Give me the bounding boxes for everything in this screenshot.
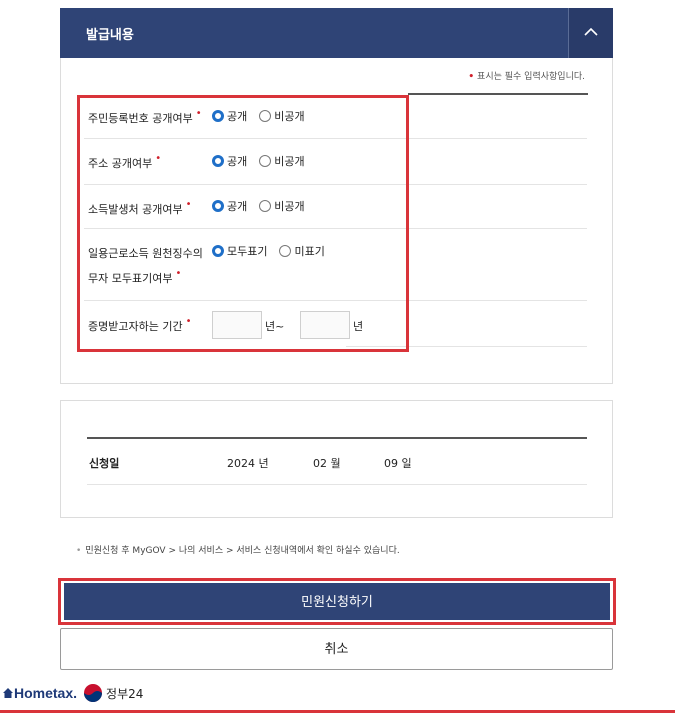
application-date-label: 신청일 (89, 457, 120, 470)
application-day: 09 일 (384, 457, 412, 470)
application-date-section: 신청일 2024 년 02 월 09 일 (60, 400, 613, 518)
divider (87, 484, 587, 485)
cancel-button[interactable]: 취소 (60, 628, 613, 670)
section-header: 발급내용 (60, 8, 613, 58)
house-icon (3, 688, 13, 698)
gov24-label[interactable]: 정부24 (106, 685, 143, 702)
required-note: • 표시는 필수 입력사항입니다. (468, 72, 585, 82)
chevron-up-icon (584, 27, 598, 36)
footer-red-bar (0, 710, 675, 713)
hometax-logo[interactable]: Hometax. (2, 685, 77, 701)
divider (408, 93, 588, 95)
highlight-frame (77, 95, 409, 352)
bullet-icon: • (76, 546, 82, 556)
notice-text: • 민원신청 후 MyGOV > 나의 서비스 > 서비스 신청내역에서 확인 하… (76, 546, 400, 556)
submit-application-button[interactable]: 민원신청하기 (64, 583, 610, 620)
application-month: 02 월 (313, 457, 341, 470)
required-marker: • (468, 72, 475, 82)
divider (87, 437, 587, 439)
collapse-button[interactable] (568, 8, 613, 58)
government-emblem-icon (84, 684, 103, 702)
footer-logos: Hometax. 정부24 (2, 683, 143, 703)
application-year: 2024 년 (227, 457, 269, 470)
section-title: 발급내용 (86, 28, 134, 43)
